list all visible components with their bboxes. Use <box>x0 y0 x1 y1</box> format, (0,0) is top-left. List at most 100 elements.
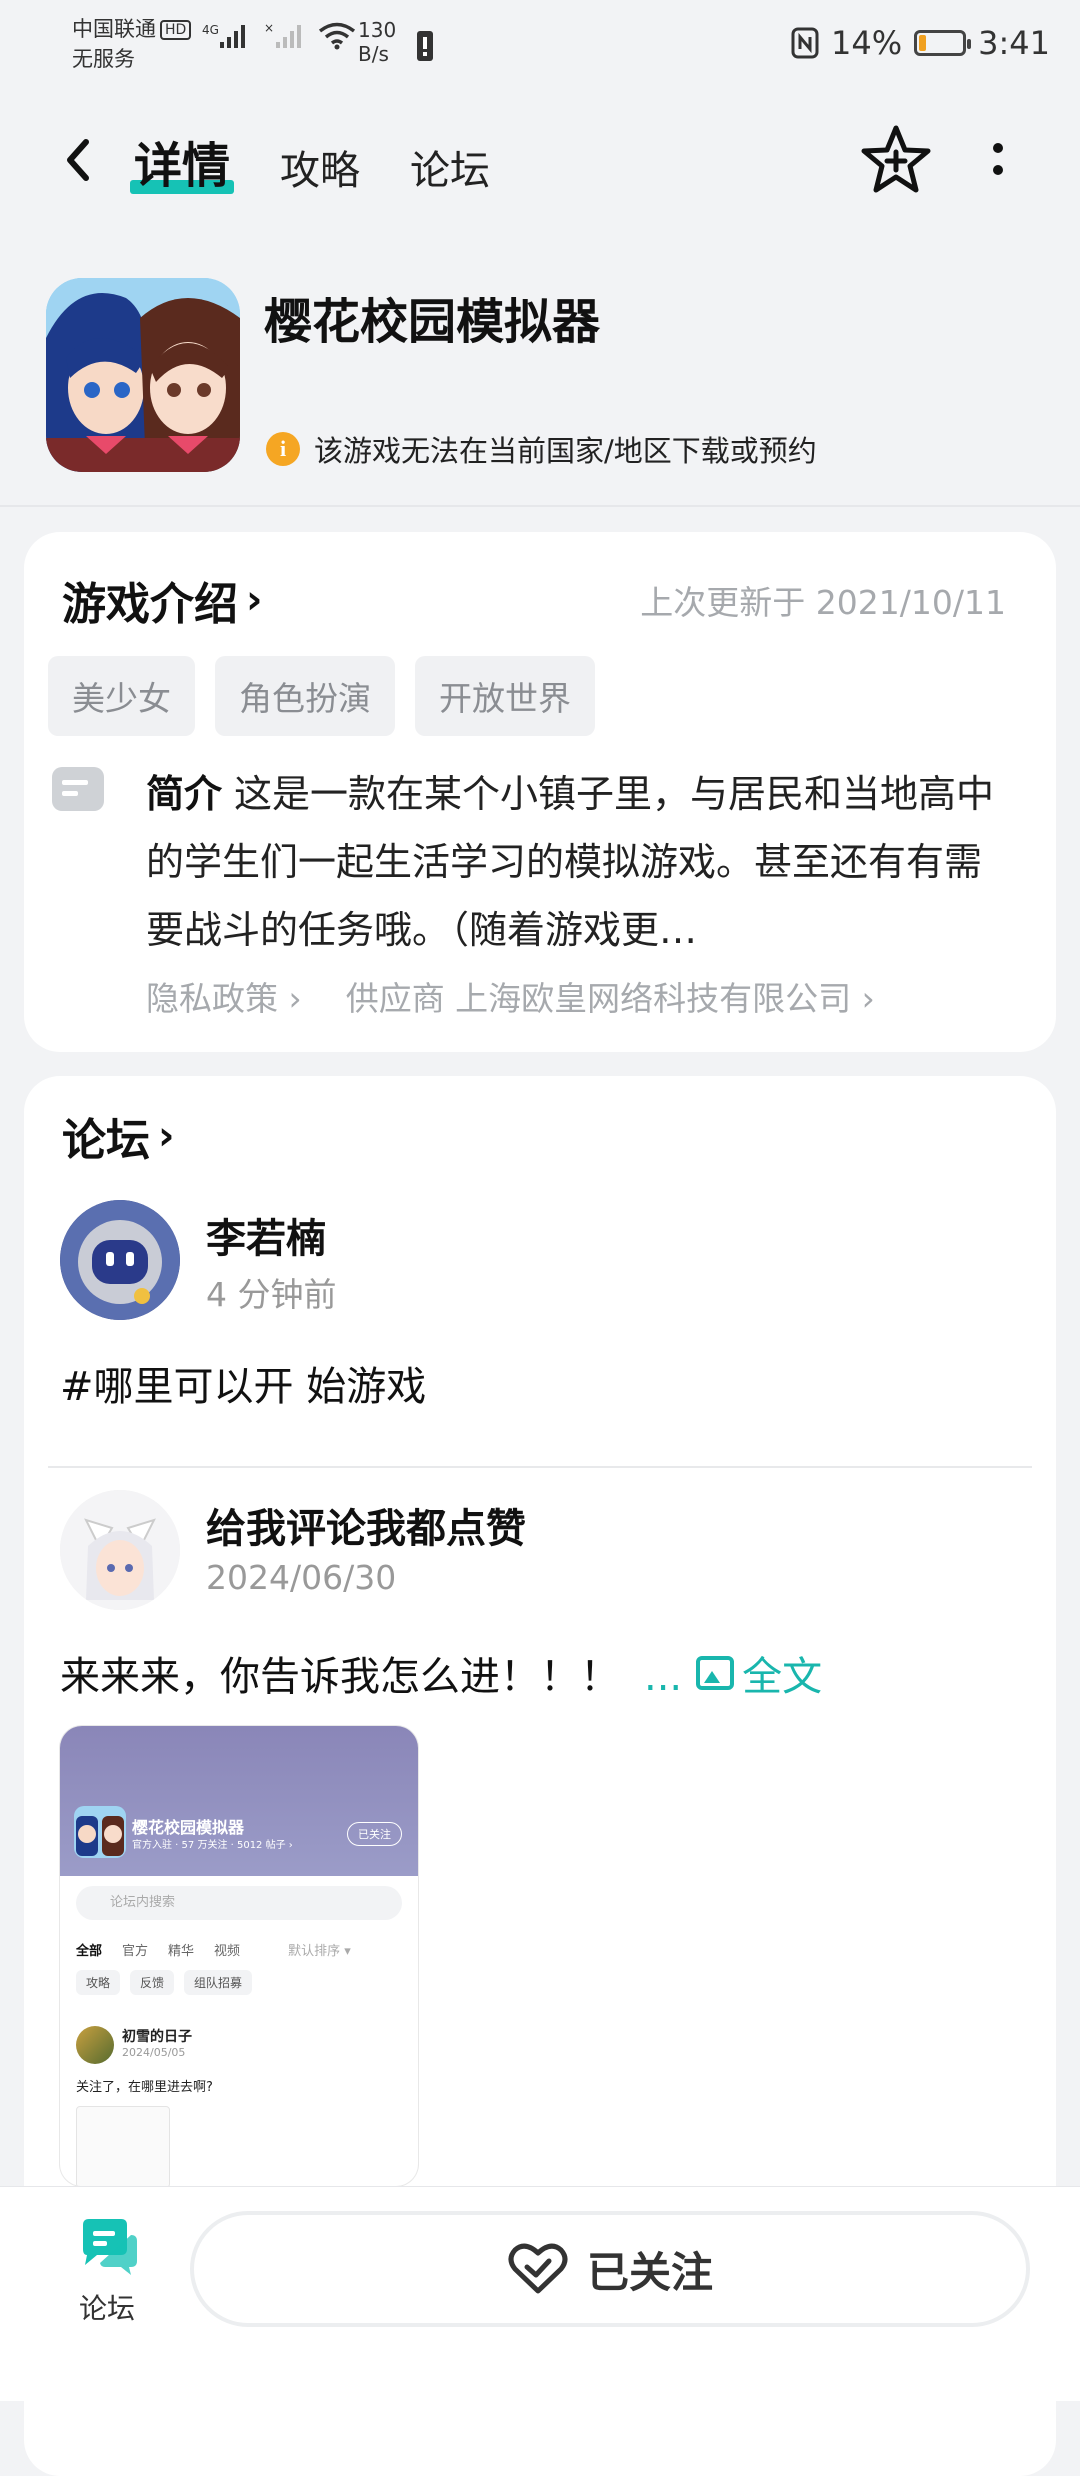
heart-check-icon <box>508 2243 568 2294</box>
app-icon <box>46 278 240 472</box>
thumb-tab: 官方 <box>122 1944 149 1959</box>
carrier-info: 中国联通 HD 无服务 <box>72 14 192 74</box>
battery-level <box>919 35 926 51</box>
post-text-content: 来来来，你告诉我怎么进！！！ <box>60 1654 620 1700</box>
speed-value: 130 <box>358 18 397 42</box>
top-nav: 详情 攻略 论坛 <box>0 110 1080 210</box>
battery-percent: 14% <box>831 24 903 62</box>
tag-list: 美少女 角色扮演 开放世界 <box>48 656 595 736</box>
intro-card: 游戏介绍 › 上次更新于 2021/10/11 美少女 角色扮演 开放世界 简介… <box>24 532 1056 1052</box>
status-bar: 中国联通 HD 无服务 4G × 130 B/s 14% 3:41 <box>0 0 1080 90</box>
network-speed: 130 B/s <box>358 18 396 66</box>
carrier-name: 中国联通 <box>72 17 156 41</box>
forum-heading-text: 论坛 <box>62 1115 150 1166</box>
post-time: 4 分钟前 <box>206 1275 337 1314</box>
signal-none-icon: × <box>264 22 301 48</box>
description-label: 简介 <box>146 772 223 816</box>
speed-unit: B/s <box>358 42 389 66</box>
thumb-chip: 组队招募 <box>184 1970 253 1995</box>
description-text: 这是一款在某个小镇子里，与居民和当地高中的学生们一起生活学习的模拟游戏。甚至还有… <box>146 772 995 952</box>
more-vertical-icon[interactable] <box>980 128 1016 192</box>
back-arrow-icon[interactable] <box>52 130 112 190</box>
svg-text:4G: 4G <box>202 23 219 37</box>
thumb-text: 关注了，在哪里进去啊? <box>76 2080 213 2095</box>
full-text-label: 全文 <box>742 1654 823 1700</box>
svg-text:×: × <box>264 22 274 35</box>
thumb-search: 论坛内搜索 <box>76 1886 402 1920</box>
post-author[interactable]: 李若楠 <box>206 1206 326 1264</box>
tab-bar: 详情 攻略 论坛 <box>129 126 490 200</box>
thumb-avatar <box>76 2026 114 2064</box>
thumb-subtitle: 官方入驻 · 57 万关注 · 5012 帖子 › <box>132 1840 293 1851</box>
follow-button[interactable]: 已关注 <box>190 2211 1030 2327</box>
ellipsis: ... <box>644 1654 683 1700</box>
region-notice-text: 该游戏无法在当前国家/地区下载或预约 <box>314 434 817 468</box>
tab-guides[interactable]: 攻略 <box>280 138 360 200</box>
thumb-user: 初雪的日子 <box>122 2029 192 2045</box>
thumb-title: 樱花校园模拟器 <box>132 1818 245 1837</box>
chevron-right-icon: › <box>246 577 263 623</box>
info-icon: i <box>266 432 300 466</box>
thumb-follow: 已关注 <box>347 1822 402 1846</box>
avatar[interactable] <box>60 1200 180 1320</box>
full-text-link[interactable]: 全文 <box>696 1644 822 1702</box>
clock: 3:41 <box>978 24 1050 62</box>
vendor-link[interactable]: 供应商 上海欧皇网络科技有限公司 › <box>346 972 875 1020</box>
robot-avatar-icon <box>60 1200 180 1320</box>
star-plus-icon[interactable] <box>858 122 934 198</box>
signal-icons: 4G × <box>202 22 356 50</box>
alert-icon <box>417 31 433 61</box>
tag-chip[interactable]: 美少女 <box>48 656 195 736</box>
tag-chip[interactable]: 角色扮演 <box>215 656 395 736</box>
thumb-chips: 攻略 反馈 组队招募 <box>76 1970 253 1995</box>
chat-bubble-icon <box>83 2219 137 2275</box>
follow-label: 已关注 <box>586 2247 713 2297</box>
post-divider <box>48 1466 1032 1468</box>
signal-4g-icon: 4G <box>202 23 245 48</box>
intro-links: 隐私政策 › 供应商 上海欧皇网络科技有限公司 › <box>146 972 875 1020</box>
description[interactable]: 简介 这是一款在某个小镇子里，与居民和当地高中的学生们一起生活学习的模拟游戏。甚至… <box>146 760 1006 964</box>
intro-heading-text: 游戏介绍 <box>62 579 238 630</box>
tab-details[interactable]: 详情 <box>129 126 235 200</box>
service-status: 无服务 <box>72 47 135 71</box>
privacy-policy-link[interactable]: 隐私政策 › <box>146 972 302 1020</box>
chevron-right-icon: › <box>158 1113 175 1159</box>
forum-nav-button[interactable]: 论坛 <box>52 2217 162 2327</box>
thumb-tab: 全部 <box>76 1944 103 1959</box>
thumb-chip: 攻略 <box>76 1970 121 1995</box>
hd-badge: HD <box>160 20 192 40</box>
nfc-icon <box>791 27 819 59</box>
description-icon <box>52 767 104 811</box>
thumb-tabs: 全部 官方 精华 视频 默认排序 ▾ <box>76 1940 351 1959</box>
battery-icon <box>914 30 972 56</box>
intro-heading[interactable]: 游戏介绍 › <box>62 568 262 632</box>
thumb-chip: 反馈 <box>130 1970 175 1995</box>
wifi-icon <box>318 22 356 50</box>
last-updated: 上次更新于 2021/10/11 <box>640 583 1006 622</box>
image-icon <box>696 1656 735 1690</box>
anime-characters-icon <box>46 278 240 472</box>
tag-chip[interactable]: 开放世界 <box>415 656 595 736</box>
thumb-date: 2024/05/05 <box>122 2046 186 2059</box>
divider <box>0 505 1080 507</box>
post-time: 2024/06/30 <box>206 1558 397 1597</box>
forum-nav-label: 论坛 <box>78 2292 135 2325</box>
fox-girl-avatar-icon <box>60 1490 180 1610</box>
thumb-nested-image <box>76 2106 170 2186</box>
post-image[interactable]: 樱花校园模拟器 官方入驻 · 57 万关注 · 5012 帖子 › 已关注 论坛… <box>60 1726 418 2186</box>
thumb-tab: 精华 <box>168 1944 195 1959</box>
forum-heading[interactable]: 论坛 › <box>62 1104 174 1168</box>
thumb-tab: 视频 <box>214 1944 241 1959</box>
avatar[interactable] <box>60 1490 180 1610</box>
status-right: 14% 3:41 <box>791 24 1050 62</box>
bottom-bar: 论坛 已关注 <box>0 2186 1080 2401</box>
tab-forum[interactable]: 论坛 <box>410 138 490 200</box>
post-text[interactable]: #哪里可以开 始游戏 <box>60 1354 426 1412</box>
post-text[interactable]: 来来来，你告诉我怎么进！！！... 全文 <box>60 1644 822 1702</box>
thumb-app-icon <box>74 1806 126 1858</box>
app-title: 樱花校园模拟器 <box>264 294 601 350</box>
region-notice: i 该游戏无法在当前国家/地区下载或预约 <box>266 428 817 470</box>
thumb-header: 樱花校园模拟器 官方入驻 · 57 万关注 · 5012 帖子 › 已关注 <box>60 1726 418 1876</box>
thumb-tab: 默认排序 ▾ <box>288 1944 351 1959</box>
post-author[interactable]: 给我评论我都点赞 <box>206 1496 526 1554</box>
